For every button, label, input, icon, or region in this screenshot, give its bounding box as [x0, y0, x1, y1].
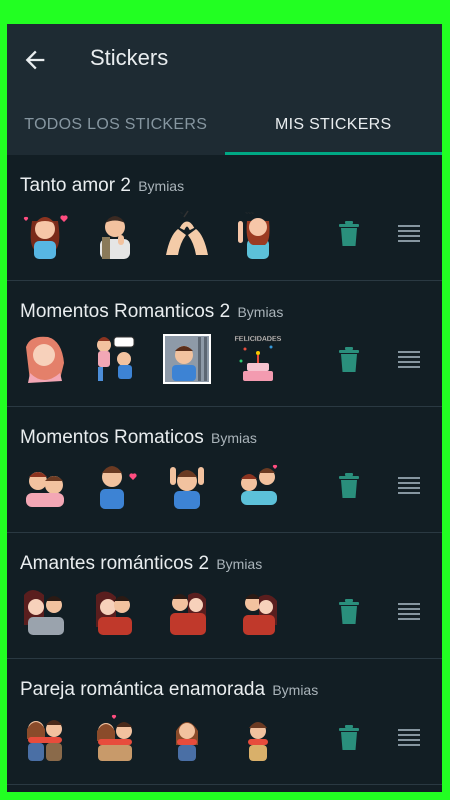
pack-title: Pareja romántica enamorada Bymias — [20, 679, 318, 701]
drag-handle-icon[interactable] — [397, 473, 421, 497]
pack-title: Amantes románticos 2 Bymias — [20, 553, 262, 575]
sticker-preview-strip — [20, 459, 290, 513]
drag-handle-icon[interactable] — [397, 221, 421, 245]
sticker-pinky-promise: ~ — [166, 210, 208, 255]
pack-name: Tanto amor 2 — [20, 175, 131, 196]
pack-author: Bymias — [237, 304, 284, 320]
arrow-back-icon[interactable] — [21, 46, 49, 74]
pack-title: Tanto amor 2 Bymias — [20, 175, 184, 197]
pack-name: Momentos Romanticos 2 — [20, 301, 231, 322]
sticker-preview-strip — [20, 585, 290, 639]
pack-author: Bymias — [216, 556, 263, 572]
sticker-couple-embrace — [170, 592, 206, 635]
sticker-girl-hearts — [23, 215, 68, 259]
sticker-boy-behind-bars — [163, 334, 211, 384]
sticker-preview-strip — [20, 711, 290, 765]
trash-icon[interactable] — [337, 347, 361, 373]
svg-text:~: ~ — [180, 211, 183, 217]
sticker-preview-strip: ~ ~~~ — [20, 207, 290, 261]
sticker-couple-playing — [241, 464, 278, 505]
sticker-boy-scarf — [248, 722, 268, 761]
sticker-couple-kneeling — [97, 336, 135, 381]
pack-author: Bymias — [138, 178, 185, 194]
sticker-pack-row[interactable]: Momentos Romaticos Bymias — [7, 407, 442, 533]
drag-handle-icon[interactable] — [397, 725, 421, 749]
app-screen: Stickers TODOS LOS STICKERS MIS STICKERS… — [7, 24, 442, 792]
pack-author: Bymias — [211, 430, 257, 446]
page-title: Stickers — [90, 45, 169, 70]
tab-all-stickers[interactable]: TODOS LOS STICKERS — [7, 96, 225, 155]
sticker-couple-kiss — [96, 591, 132, 635]
pack-title: Momentos Romaticos Bymias — [20, 427, 257, 449]
sticker-pack-row[interactable]: Amantes románticos 2 Bymias — [7, 533, 442, 659]
trash-icon[interactable] — [337, 599, 361, 625]
sticker-pack-row[interactable]: Tanto amor 2 Bymias ~ ~~~ — [7, 155, 442, 281]
sticker-girl-waving: ~~~ — [238, 211, 270, 259]
svg-text:~~~: ~~~ — [245, 211, 254, 217]
sticker-couple-cuddle — [26, 472, 64, 507]
drag-handle-icon[interactable] — [397, 599, 421, 623]
drag-handle-icon[interactable] — [397, 347, 421, 371]
trash-icon[interactable] — [337, 725, 361, 751]
sticker-girl-hug — [26, 336, 64, 383]
sticker-caption: FELICIDADES — [235, 336, 282, 343]
pack-name: Amantes románticos 2 — [20, 553, 210, 574]
sticker-boy-blowing-kiss — [100, 466, 137, 509]
sticker-couple-scarves-hearts — [97, 714, 132, 761]
sticker-couple-hug-back — [243, 594, 277, 635]
sticker-pack-row[interactable]: Pareja romántica enamorada Bymias — [7, 659, 442, 785]
sticker-girl-scarf — [176, 722, 198, 761]
sticker-felicidades-cake: FELICIDADES — [234, 336, 282, 381]
trash-icon[interactable] — [337, 473, 361, 499]
app-bar: Stickers — [7, 24, 442, 96]
pack-title: Momentos Romanticos 2 Bymias — [20, 301, 283, 323]
sticker-pack-row[interactable]: Momentos Romanticos 2 Bymias FELICIDADES — [7, 281, 442, 407]
pack-name: Pareja romántica enamorada — [20, 679, 266, 700]
sticker-boy-frustrated — [170, 467, 204, 509]
sticker-preview-strip: FELICIDADES — [20, 333, 290, 387]
sticker-couple-whisper — [24, 590, 64, 635]
tab-my-stickers[interactable]: MIS STICKERS — [225, 96, 443, 155]
sticker-couple-scarves — [27, 720, 62, 761]
pack-name: Momentos Romaticos — [20, 427, 204, 448]
trash-icon[interactable] — [337, 221, 361, 247]
sticker-boy-thinking — [100, 216, 130, 259]
pack-author: Bymias — [272, 682, 319, 698]
tab-bar: TODOS LOS STICKERS MIS STICKERS — [7, 96, 442, 155]
